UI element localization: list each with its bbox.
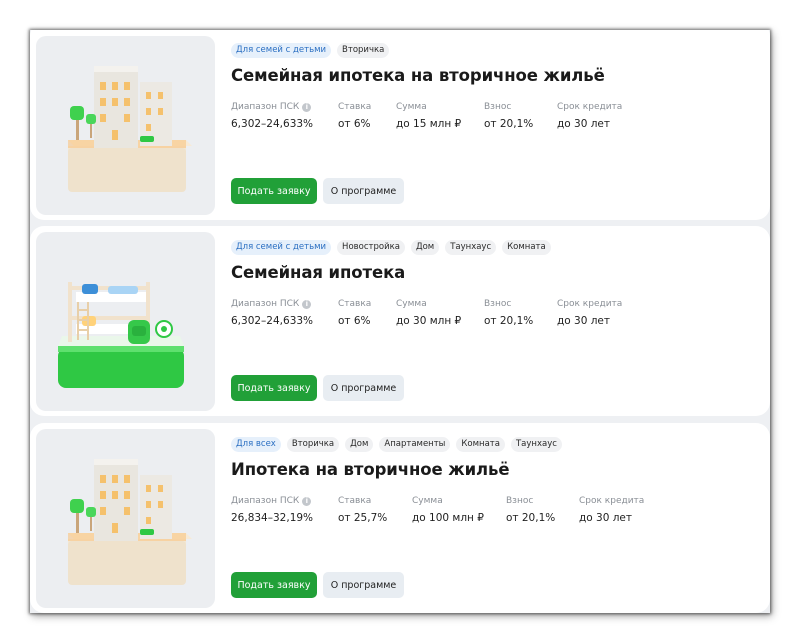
- tag-list: Для семей с детьми Новостройка Дом Таунх…: [231, 240, 551, 255]
- about-program-button[interactable]: О программе: [323, 375, 404, 401]
- param-value: 6,302–24,633%: [231, 118, 314, 130]
- tag[interactable]: Апартаменты: [379, 437, 451, 452]
- param-label: Взнос: [484, 102, 512, 112]
- param-value: до 30 лет: [579, 512, 633, 524]
- param-label: Взнос: [484, 299, 512, 309]
- param-label: Диапазон ПСК: [231, 299, 300, 309]
- tag[interactable]: Вторичка: [337, 43, 390, 58]
- param-label: Взнос: [506, 496, 534, 506]
- param-label: Диапазон ПСК: [231, 102, 300, 112]
- param-value: от 6%: [338, 315, 371, 327]
- param-rate: Ставка от 25,7%: [338, 496, 387, 524]
- param-term: Срок кредита до 30 лет: [579, 496, 644, 524]
- param-value: до 30 млн ₽: [396, 315, 462, 327]
- mortgage-card: Для всех Вторичка Дом Апартаменты Комнат…: [30, 423, 770, 613]
- param-amount: Сумма до 100 млн ₽: [412, 496, 484, 524]
- param-label: Срок кредита: [557, 102, 623, 112]
- card-title[interactable]: Семейная ипотека: [231, 263, 405, 282]
- apply-button[interactable]: Подать заявку: [231, 572, 317, 598]
- param-value: 26,834–32,19%: [231, 512, 314, 524]
- info-icon[interactable]: i: [302, 299, 312, 309]
- apply-button[interactable]: Подать заявку: [231, 375, 317, 401]
- mortgage-programs-list: Для семей с детьми Вторичка Семейная ипо…: [30, 30, 770, 613]
- param-label: Ставка: [338, 102, 372, 112]
- param-label: Срок кредита: [579, 496, 645, 506]
- param-label: Ставка: [338, 299, 372, 309]
- param-value: до 30 лет: [557, 118, 611, 130]
- param-down-payment: Взнос от 20,1%: [506, 496, 555, 524]
- param-term: Срок кредита до 30 лет: [557, 299, 622, 327]
- card-title[interactable]: Ипотека на вторичное жильё: [231, 460, 510, 479]
- tag[interactable]: Для всех: [231, 437, 281, 452]
- tag[interactable]: Комната: [456, 437, 505, 452]
- tag-list: Для семей с детьми Вторичка: [231, 43, 390, 58]
- param-down-payment: Взнос от 20,1%: [484, 299, 533, 327]
- param-label: Сумма: [412, 496, 443, 506]
- building-illustration: [36, 36, 215, 215]
- param-term: Срок кредита до 30 лет: [557, 102, 622, 130]
- tag[interactable]: Для семей с детьми: [231, 240, 332, 255]
- param-psk: Диапазон ПСК i 6,302–24,633%: [231, 299, 313, 327]
- param-psk: Диапазон ПСК i 26,834–32,19%: [231, 496, 313, 524]
- apply-button[interactable]: Подать заявку: [231, 178, 317, 204]
- tag-list: Для всех Вторичка Дом Апартаменты Комнат…: [231, 437, 562, 452]
- param-value: от 20,1%: [484, 315, 534, 327]
- info-icon[interactable]: i: [302, 102, 312, 112]
- param-value: 6,302–24,633%: [231, 315, 314, 327]
- building-illustration: [36, 429, 215, 608]
- param-psk: Диапазон ПСК i 6,302–24,633%: [231, 102, 313, 130]
- tag[interactable]: Вторичка: [286, 437, 340, 452]
- card-title[interactable]: Семейная ипотека на вторичное жильё: [231, 66, 605, 85]
- mortgage-card: Для семей с детьми Вторичка Семейная ипо…: [30, 30, 770, 220]
- param-label: Ставка: [338, 496, 372, 506]
- param-label: Сумма: [396, 102, 427, 112]
- tag[interactable]: Новостройка: [337, 240, 405, 255]
- param-rate: Ставка от 6%: [338, 102, 371, 130]
- bunk-bed-illustration: [36, 232, 215, 411]
- mortgage-card: Для семей с детьми Новостройка Дом Таунх…: [30, 226, 770, 416]
- param-down-payment: Взнос от 20,1%: [484, 102, 533, 130]
- param-label: Диапазон ПСК: [231, 496, 300, 506]
- param-value: от 25,7%: [338, 512, 388, 524]
- info-icon[interactable]: i: [302, 496, 312, 506]
- param-label: Сумма: [396, 299, 427, 309]
- param-value: до 30 лет: [557, 315, 611, 327]
- about-program-button[interactable]: О программе: [323, 178, 404, 204]
- tag[interactable]: Дом: [410, 240, 440, 255]
- about-program-button[interactable]: О программе: [323, 572, 404, 598]
- param-value: до 15 млн ₽: [396, 118, 462, 130]
- tag[interactable]: Для семей с детьми: [231, 43, 332, 58]
- tag[interactable]: Комната: [502, 240, 551, 255]
- tag[interactable]: Дом: [345, 437, 374, 452]
- param-value: от 6%: [338, 118, 371, 130]
- param-label: Срок кредита: [557, 299, 623, 309]
- param-value: от 20,1%: [506, 512, 556, 524]
- param-rate: Ставка от 6%: [338, 299, 371, 327]
- tag[interactable]: Таунхаус: [510, 437, 562, 452]
- param-value: до 100 млн ₽: [412, 512, 484, 524]
- param-amount: Сумма до 15 млн ₽: [396, 102, 461, 130]
- param-amount: Сумма до 30 млн ₽: [396, 299, 461, 327]
- tag[interactable]: Таунхаус: [445, 240, 497, 255]
- param-value: от 20,1%: [484, 118, 534, 130]
